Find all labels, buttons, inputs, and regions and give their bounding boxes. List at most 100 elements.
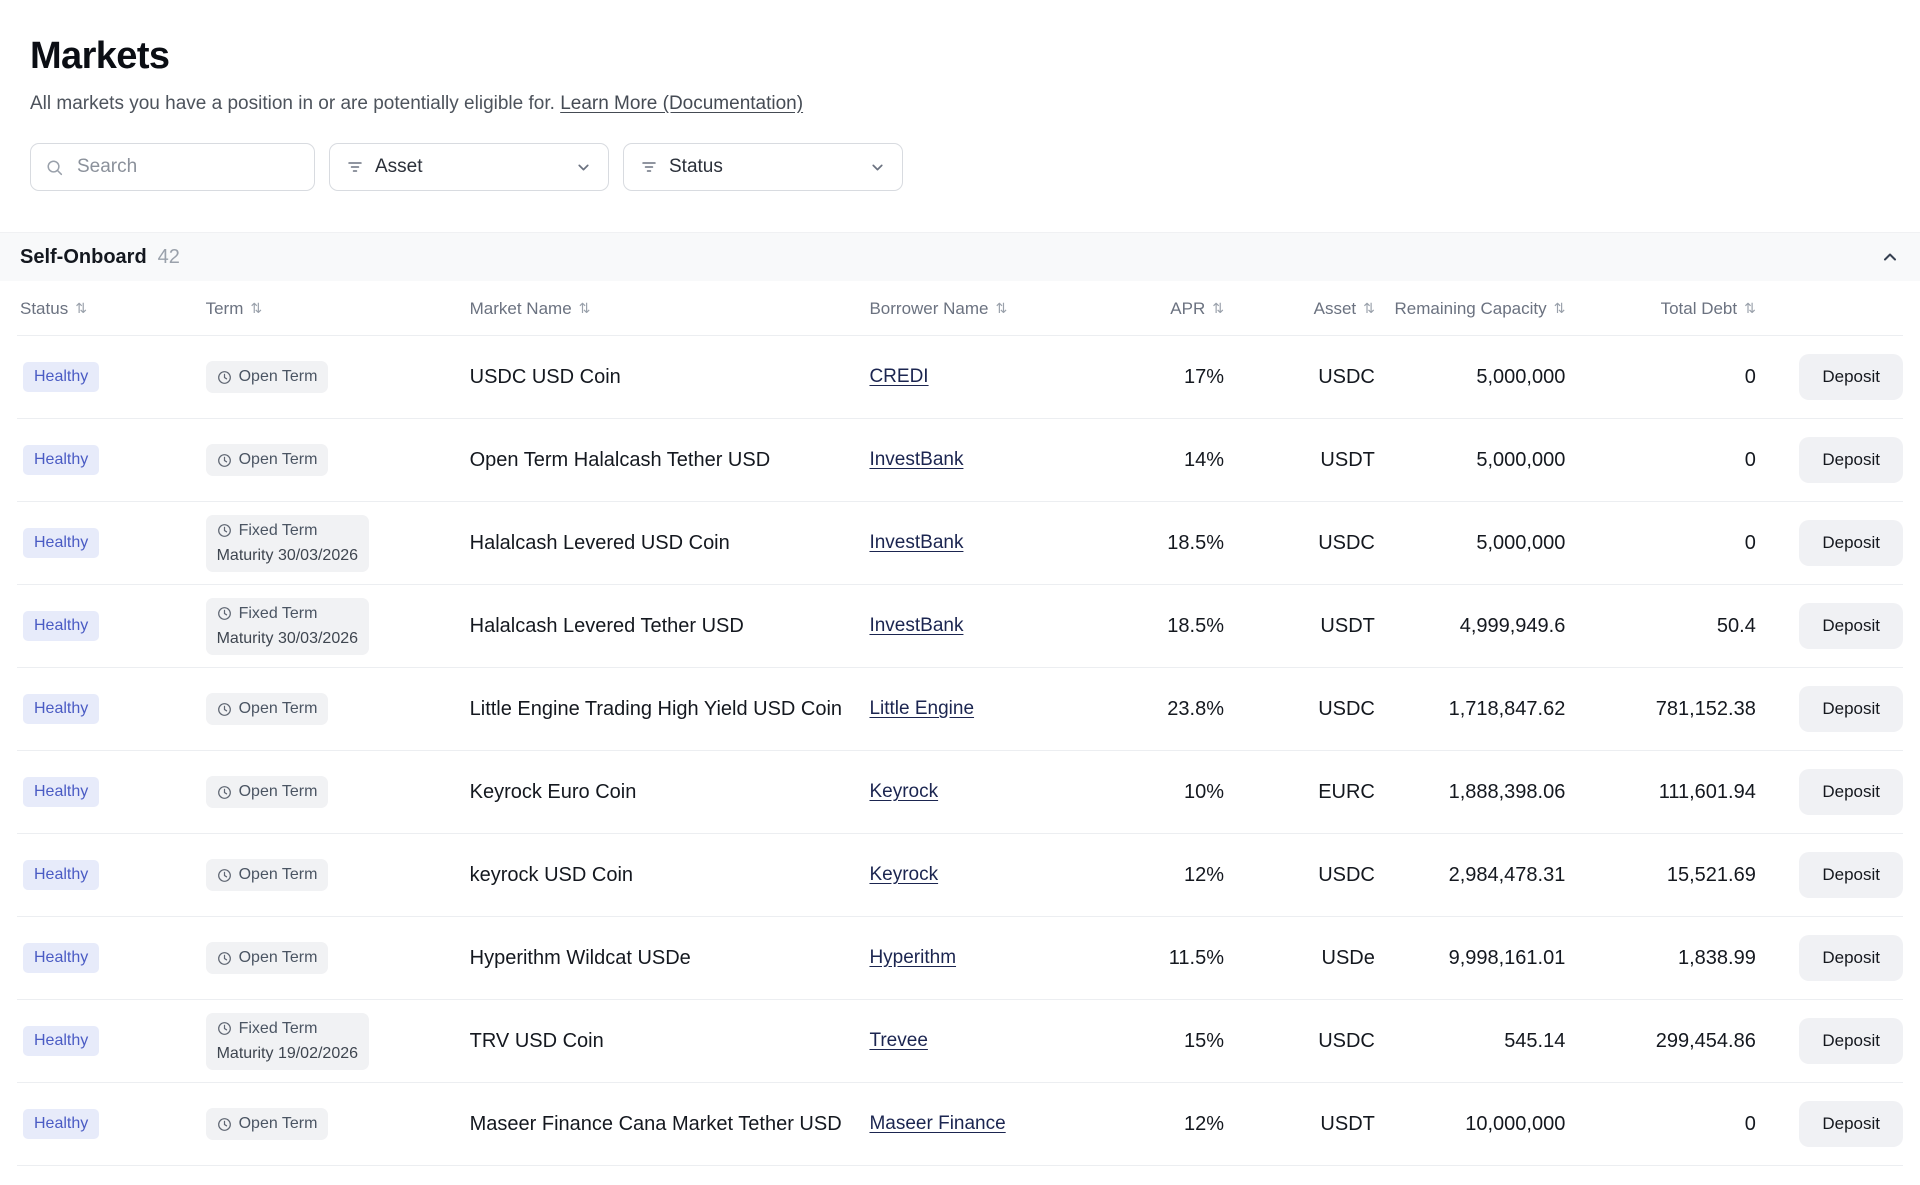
remaining-capacity-value: 1,718,847.62 bbox=[1375, 698, 1565, 721]
remaining-capacity-value: 5,000,000 bbox=[1375, 532, 1565, 555]
deposit-button[interactable]: Deposit bbox=[1799, 1101, 1903, 1147]
apr-value: 15% bbox=[1051, 1030, 1225, 1053]
column-label: APR bbox=[1170, 299, 1205, 319]
borrower-link[interactable]: InvestBank bbox=[869, 615, 963, 636]
sort-icon: ⇅ bbox=[1554, 301, 1566, 317]
column-header-apr[interactable]: APR ⇅ bbox=[1051, 299, 1225, 319]
status-badge: Healthy bbox=[23, 860, 99, 890]
status-badge: Healthy bbox=[23, 1026, 99, 1056]
table-row[interactable]: Healthy Open Term Open Term Halalcash Te… bbox=[17, 419, 1903, 502]
page-subtitle: All markets you have a position in or ar… bbox=[30, 93, 1903, 115]
apr-value: 18.5% bbox=[1051, 615, 1225, 638]
column-label: Term bbox=[206, 299, 244, 319]
total-debt-value: 111,601.94 bbox=[1565, 781, 1755, 804]
borrower-link[interactable]: InvestBank bbox=[869, 532, 963, 553]
apr-value: 12% bbox=[1051, 1113, 1225, 1136]
status-filter-dropdown[interactable]: Status bbox=[623, 143, 903, 191]
table-row[interactable]: Healthy Open Term Hyperithm Wildcat USDe… bbox=[17, 917, 1903, 1000]
borrower-link[interactable]: Little Engine bbox=[869, 698, 974, 719]
filter-icon bbox=[640, 158, 658, 176]
column-header-term[interactable]: Term ⇅ bbox=[206, 299, 470, 319]
documentation-link[interactable]: Learn More (Documentation) bbox=[560, 93, 803, 114]
maturity-label: Maturity 30/03/2026 bbox=[217, 630, 358, 648]
total-debt-value: 0 bbox=[1565, 366, 1755, 389]
total-debt-value: 781,152.38 bbox=[1565, 698, 1755, 721]
market-name: Halalcash Levered USD Coin bbox=[470, 532, 870, 555]
section-header-self-onboard[interactable]: Self-Onboard 42 bbox=[0, 232, 1920, 281]
column-header-status[interactable]: Status ⇅ bbox=[17, 299, 206, 319]
deposit-button[interactable]: Deposit bbox=[1799, 1018, 1903, 1064]
asset-value: USDC bbox=[1224, 1030, 1375, 1053]
clock-icon bbox=[217, 523, 232, 538]
status-badge: Healthy bbox=[23, 943, 99, 973]
deposit-button[interactable]: Deposit bbox=[1799, 520, 1903, 566]
borrower-link[interactable]: CREDI bbox=[869, 366, 928, 387]
table-row[interactable]: Healthy Open Term Little Engine Trading … bbox=[17, 668, 1903, 751]
asset-value: USDT bbox=[1224, 1113, 1375, 1136]
search-input[interactable] bbox=[75, 155, 300, 179]
table-row[interactable]: Healthy Open Term Maseer Finance Cana Ma… bbox=[17, 1083, 1903, 1166]
column-label: Total Debt bbox=[1661, 299, 1738, 319]
table-row[interactable]: Healthy Open Term USDC USD Coin CREDI 17… bbox=[17, 336, 1903, 419]
table-row[interactable]: Healthy Open Term keyrock USD Coin Keyro… bbox=[17, 834, 1903, 917]
status-filter-label: Status bbox=[669, 156, 723, 178]
column-label: Borrower Name bbox=[869, 299, 988, 319]
borrower-link[interactable]: Maseer Finance bbox=[869, 1113, 1005, 1134]
deposit-button[interactable]: Deposit bbox=[1799, 686, 1903, 732]
deposit-button[interactable]: Deposit bbox=[1799, 437, 1903, 483]
total-debt-value: 0 bbox=[1565, 532, 1755, 555]
status-badge: Healthy bbox=[23, 777, 99, 807]
sort-icon: ⇅ bbox=[250, 301, 262, 317]
market-name: Keyrock Euro Coin bbox=[470, 781, 870, 804]
remaining-capacity-value: 5,000,000 bbox=[1375, 366, 1565, 389]
remaining-capacity-value: 1,888,398.06 bbox=[1375, 781, 1565, 804]
status-badge: Healthy bbox=[23, 611, 99, 641]
column-header-asset[interactable]: Asset ⇅ bbox=[1224, 299, 1375, 319]
column-label: Status bbox=[20, 299, 68, 319]
total-debt-value: 0 bbox=[1565, 449, 1755, 472]
borrower-link[interactable]: InvestBank bbox=[869, 449, 963, 470]
borrower-link[interactable]: Keyrock bbox=[869, 864, 938, 885]
borrower-link[interactable]: Hyperithm bbox=[869, 947, 956, 968]
apr-value: 23.8% bbox=[1051, 698, 1225, 721]
remaining-capacity-value: 4,999,949.6 bbox=[1375, 615, 1565, 638]
chevron-up-icon[interactable] bbox=[1880, 247, 1900, 267]
borrower-link[interactable]: Keyrock bbox=[869, 781, 938, 802]
borrower-link[interactable]: Trevee bbox=[869, 1030, 927, 1051]
column-header-remaining-capacity[interactable]: Remaining Capacity ⇅ bbox=[1375, 299, 1565, 319]
maturity-label: Maturity 30/03/2026 bbox=[217, 547, 358, 565]
column-header-total-debt[interactable]: Total Debt ⇅ bbox=[1565, 299, 1755, 319]
column-header-market-name[interactable]: Market Name ⇅ bbox=[470, 299, 870, 319]
term-label: Fixed Term bbox=[239, 522, 318, 540]
clock-icon bbox=[217, 1021, 232, 1036]
search-box[interactable] bbox=[30, 143, 315, 191]
term-label: Open Term bbox=[239, 1115, 318, 1133]
column-header-borrower-name[interactable]: Borrower Name ⇅ bbox=[869, 299, 1050, 319]
asset-value: USDT bbox=[1224, 449, 1375, 472]
page-header: Markets All markets you have a position … bbox=[17, 35, 1903, 191]
deposit-button[interactable]: Deposit bbox=[1799, 935, 1903, 981]
chevron-down-icon bbox=[575, 159, 592, 176]
sort-icon: ⇅ bbox=[579, 301, 591, 317]
table-row[interactable]: Healthy Fixed Term Maturity 30/03/2026 H… bbox=[17, 585, 1903, 668]
search-icon bbox=[45, 158, 64, 177]
table-header-row: Status ⇅ Term ⇅ Market Name ⇅ Borrower N… bbox=[17, 281, 1903, 336]
asset-filter-dropdown[interactable]: Asset bbox=[329, 143, 609, 191]
table-row[interactable]: Healthy Fixed Term Maturity 30/03/2026 H… bbox=[17, 502, 1903, 585]
sort-icon: ⇅ bbox=[996, 301, 1008, 317]
table-row[interactable]: Healthy Open Term Keyrock Euro Coin Keyr… bbox=[17, 751, 1903, 834]
total-debt-value: 299,454.86 bbox=[1565, 1030, 1755, 1053]
asset-filter-label: Asset bbox=[375, 156, 423, 178]
term-badge: Fixed Term Maturity 30/03/2026 bbox=[206, 598, 369, 655]
column-label: Asset bbox=[1314, 299, 1357, 319]
table-row[interactable]: Healthy Fixed Term Maturity 19/02/2026 T… bbox=[17, 1000, 1903, 1083]
column-label: Remaining Capacity bbox=[1394, 299, 1546, 319]
market-name: keyrock USD Coin bbox=[470, 864, 870, 887]
deposit-button[interactable]: Deposit bbox=[1799, 354, 1903, 400]
asset-value: USDC bbox=[1224, 864, 1375, 887]
term-badge: Fixed Term Maturity 19/02/2026 bbox=[206, 1013, 369, 1070]
deposit-button[interactable]: Deposit bbox=[1799, 852, 1903, 898]
deposit-button[interactable]: Deposit bbox=[1799, 603, 1903, 649]
deposit-button[interactable]: Deposit bbox=[1799, 769, 1903, 815]
asset-value: USDT bbox=[1224, 615, 1375, 638]
